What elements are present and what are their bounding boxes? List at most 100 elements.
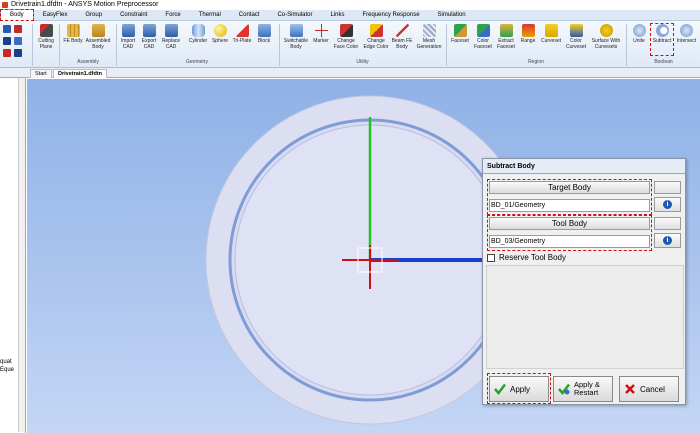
- import-cad-button[interactable]: Import CAD: [118, 24, 138, 50]
- menu-simulation[interactable]: Simulation: [429, 10, 475, 21]
- curveset-icon: [544, 24, 558, 37]
- reserve-tool-body-checkbox[interactable]: [487, 253, 495, 262]
- menu-body[interactable]: Body: [0, 9, 34, 21]
- surface-with-curvesets-button[interactable]: Surface With Curvesets: [589, 24, 623, 50]
- tab-drivetrain1[interactable]: Drivetrain1.dfdtn: [53, 69, 108, 78]
- sphere-button[interactable]: Sphere: [210, 24, 230, 45]
- tool-highlight: [487, 215, 652, 251]
- group-label-geometry: Geometry: [186, 59, 208, 65]
- group-label-assembly: Assembly: [77, 59, 99, 65]
- subtract-button[interactable]: Subtract: [650, 23, 674, 56]
- cylinder-button[interactable]: Cylinder: [186, 24, 210, 45]
- left-panel: quat Eque: [0, 68, 26, 433]
- window-title: Drivetrain1.dfdtn - ANSYS Motion Preproc…: [11, 1, 159, 8]
- target-body-blank-button[interactable]: [654, 181, 681, 194]
- menu-bar: Body EasyFlex Group Constraint Force The…: [0, 9, 700, 21]
- group-label-region: Region: [528, 59, 544, 65]
- faceset-button[interactable]: Faceset: [449, 24, 471, 45]
- group-separator: [626, 24, 627, 66]
- sphere-icon: [213, 24, 227, 37]
- subtract-icon: [655, 24, 669, 37]
- cutting-plane-icon: [39, 24, 53, 37]
- panel-text: Eque: [0, 367, 15, 373]
- mesh-generation-button[interactable]: Mesh Generation: [414, 24, 444, 50]
- replace-cad-button[interactable]: Replace CAD: [160, 24, 182, 50]
- cancel-button[interactable]: Cancel: [619, 376, 679, 402]
- subtract-body-dialog: Subtract Body Target Body BD_01/Geometry…: [482, 158, 686, 405]
- unite-button[interactable]: Unite: [629, 24, 649, 45]
- view-tools: [2, 23, 30, 63]
- change-edge-color-button[interactable]: Change Edge Color: [361, 24, 391, 50]
- surface-with-curvesets-icon: [599, 24, 613, 37]
- switchable-body-button[interactable]: Switchable Body: [281, 24, 311, 50]
- tool-icon[interactable]: [3, 25, 11, 33]
- menu-thermal[interactable]: Thermal: [190, 10, 230, 21]
- menu-co-simulator[interactable]: Co-Simulator: [268, 10, 321, 21]
- range-button[interactable]: Range: [518, 24, 538, 45]
- beam-fe-body-button[interactable]: Beam FE Body: [391, 24, 413, 50]
- tool-icon[interactable]: [3, 49, 11, 57]
- apply-highlight: [487, 373, 551, 404]
- tool-icon[interactable]: [3, 37, 11, 45]
- reserve-tool-body-option[interactable]: Reserve Tool Body: [487, 253, 566, 262]
- block-button[interactable]: Block: [254, 24, 274, 45]
- tri-plate-icon: [235, 24, 249, 37]
- title-bar: Drivetrain1.dfdtn - ANSYS Motion Preproc…: [0, 0, 700, 10]
- tool-info-button[interactable]: i: [654, 233, 681, 248]
- extract-faceset-button[interactable]: Extract Faceset: [494, 24, 518, 50]
- tool-icon[interactable]: [14, 25, 22, 33]
- mesh-generation-icon: [422, 24, 436, 37]
- dialog-title: Subtract Body: [483, 159, 685, 174]
- menu-links[interactable]: Links: [321, 10, 353, 21]
- document-tabs: Start Drivetrain1.dfdtn: [0, 68, 700, 78]
- faceset-icon: [453, 24, 467, 37]
- export-cad-button[interactable]: Export CAD: [139, 24, 159, 50]
- tool-body-blank-button[interactable]: [654, 217, 681, 230]
- export-cad-icon: [142, 24, 156, 37]
- group-label-utility: Utility: [356, 59, 369, 65]
- dialog-body-area: [486, 265, 684, 369]
- change-edge-color-icon: [369, 24, 383, 37]
- assembled-body-icon: [91, 24, 105, 37]
- ribbon: Cutting Plane FE Body Assembled Body Ass…: [0, 21, 700, 68]
- group-separator: [59, 24, 60, 66]
- intersect-icon: [680, 24, 693, 37]
- menu-easyflex[interactable]: EasyFlex: [34, 10, 77, 21]
- color-curveset-button[interactable]: Color Curveset: [564, 24, 588, 50]
- menu-constraint[interactable]: Constraint: [111, 10, 156, 21]
- cutting-plane-button[interactable]: Cutting Plane: [35, 24, 57, 50]
- group-separator: [446, 24, 447, 66]
- change-face-color-icon: [339, 24, 353, 37]
- menu-group[interactable]: Group: [76, 10, 111, 21]
- range-icon: [521, 24, 535, 37]
- tab-start[interactable]: Start: [30, 69, 52, 78]
- block-icon: [257, 24, 271, 37]
- menu-frequency-response[interactable]: Frequency Response: [354, 10, 429, 21]
- import-cad-icon: [121, 24, 135, 37]
- replace-cad-icon: [164, 24, 178, 37]
- tri-plate-button[interactable]: Tri-Plate: [230, 24, 254, 45]
- tool-icon[interactable]: [14, 49, 22, 57]
- fe-body-button[interactable]: FE Body: [62, 24, 84, 45]
- marker-button[interactable]: Marker: [311, 24, 331, 45]
- info-icon: i: [663, 200, 672, 209]
- target-highlight: [487, 179, 652, 215]
- intersect-button[interactable]: Intersect: [675, 24, 698, 45]
- target-info-button[interactable]: i: [654, 197, 681, 212]
- group-label-boolean: Boolean: [654, 59, 673, 65]
- assembled-body-button[interactable]: Assembled Body: [84, 24, 112, 50]
- curveset-button[interactable]: Curveset: [539, 24, 563, 45]
- switchable-body-icon: [289, 24, 303, 37]
- app-icon: [2, 2, 8, 8]
- left-panel-scrollbar[interactable]: [18, 78, 25, 432]
- menu-force[interactable]: Force: [156, 10, 189, 21]
- change-face-color-button[interactable]: Change Face Color: [332, 24, 360, 50]
- info-icon: i: [663, 236, 672, 245]
- tool-icon[interactable]: [14, 37, 22, 45]
- cancel-icon: [625, 384, 635, 394]
- apply-restart-button[interactable]: Apply & Restart: [553, 376, 613, 402]
- color-faceset-button[interactable]: Color Faceset: [472, 24, 494, 50]
- menu-contact[interactable]: Contact: [230, 10, 269, 21]
- cylinder-icon: [191, 24, 205, 37]
- group-separator: [279, 24, 280, 66]
